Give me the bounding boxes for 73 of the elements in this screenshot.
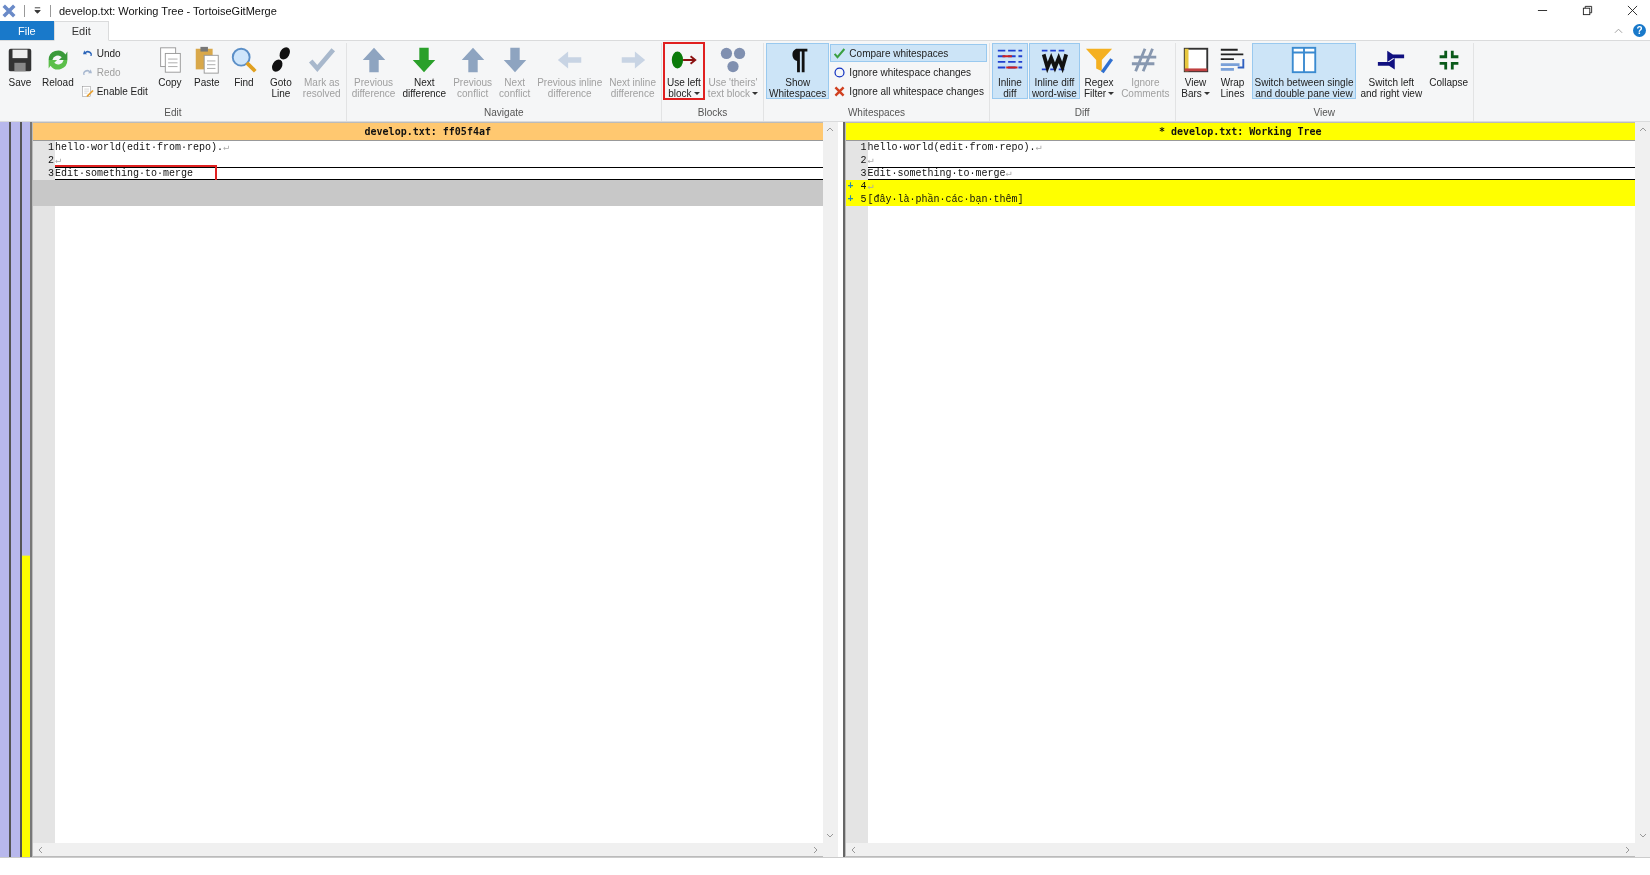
line-end-mark: ↵ <box>223 141 230 154</box>
ribbon-button[interactable]: Find <box>225 43 262 99</box>
line-number: 5 <box>860 193 868 206</box>
help-button[interactable]: ? <box>1633 24 1646 37</box>
circles-icon <box>718 45 748 75</box>
group-label: Edit <box>163 107 183 120</box>
ribbon-button[interactable]: Use left block <box>663 43 704 99</box>
ribbon-button[interactable]: Compare whitespaces <box>830 44 987 62</box>
ribbon-button[interactable]: Switch between single and double pane view <box>1251 43 1357 99</box>
ribbon-button[interactable]: Goto Line <box>262 43 299 99</box>
added-marker: + <box>847 180 854 193</box>
line-number: 1 <box>48 141 55 154</box>
ribbon-tab[interactable]: File <box>0 21 54 40</box>
line-end-mark: ↵ <box>1035 141 1042 154</box>
group-label: Navigate <box>483 107 525 120</box>
code-line: Edit·something·to·merge <box>55 167 216 180</box>
ribbon-button[interactable]: Inline diff word-wise <box>1028 43 1080 99</box>
code-line: hello·world(edit·from·repo). <box>867 141 1036 154</box>
line-end-mark: ↵ <box>867 180 874 193</box>
ribbon-button[interactable]: Regex Filter <box>1080 43 1118 99</box>
code-line: hello·world(edit·from·repo). <box>55 141 224 154</box>
ribbon-button[interactable]: Switch left and right view <box>1357 43 1426 99</box>
ribbon-button[interactable]: Inline diff <box>991 43 1028 99</box>
scroll-up-icon[interactable] <box>826 126 834 134</box>
ribbon-button[interactable]: Undo <box>77 44 151 62</box>
ribbon-button[interactable]: View Bars <box>1177 43 1214 99</box>
ribbon-tab[interactable]: Edit <box>53 21 109 41</box>
scroll-down-icon[interactable] <box>826 831 834 839</box>
group-label: Blocks <box>696 107 729 120</box>
group-label: Whitespaces <box>846 107 907 120</box>
collapse-ribbon-icon[interactable] <box>1614 27 1623 34</box>
ribbon-button[interactable]: Wrap Lines <box>1214 43 1251 99</box>
ribbon-button[interactable]: Paste <box>188 43 225 99</box>
ribbon-button[interactable]: Ignore all whitespace changes <box>830 82 987 100</box>
checkmark-icon <box>833 46 847 60</box>
code-line: Edit·something·to·merge <box>867 167 1006 180</box>
scroll-left-icon[interactable] <box>37 845 45 854</box>
ribbon-button[interactable]: Reload <box>39 43 77 99</box>
scroll-down-icon[interactable] <box>1638 831 1647 839</box>
line-end-mark: ↵ <box>867 154 874 167</box>
pane-title: develop.txt: ff05f4af <box>33 123 823 141</box>
cross-icon <box>833 84 847 98</box>
scroll-right-icon[interactable] <box>1623 845 1631 854</box>
ribbon-button[interactable]: Next difference <box>399 43 450 99</box>
line-end-mark: ↵ <box>55 154 62 167</box>
line-number: 1 <box>860 141 868 154</box>
circle-icon <box>833 65 847 79</box>
scroll-up-icon[interactable] <box>1638 126 1647 134</box>
line-number: 2 <box>48 154 55 167</box>
ribbon-button[interactable]: Copy <box>151 43 188 99</box>
edit-icon <box>80 84 94 98</box>
ribbon-button[interactable]: Ignore whitespace changes <box>830 63 987 81</box>
ribbon-button[interactable]: Enable Edit <box>77 82 151 100</box>
line-number: 2 <box>860 154 868 167</box>
restore-icon[interactable] <box>1582 5 1593 16</box>
customize-toolbar-icon[interactable] <box>33 6 42 15</box>
ribbon-button[interactable]: Show Whitespaces <box>766 43 830 99</box>
pane-title: * develop.txt: Working Tree <box>845 123 1635 141</box>
code-line: [đây·là·phần·các·bạn·thêm] <box>867 193 1024 206</box>
ribbon-button[interactable]: Save <box>2 43 38 99</box>
added-marker: + <box>847 193 854 206</box>
line-end-mark: ↵ <box>1005 167 1012 180</box>
close-icon[interactable] <box>1627 5 1638 16</box>
group-label: View <box>1312 107 1337 120</box>
ribbon-button[interactable]: Collapse <box>1426 43 1472 99</box>
line-number: 4 <box>860 180 868 193</box>
checkmark-icon <box>306 45 337 75</box>
line-number: 3 <box>48 167 55 180</box>
scroll-left-icon[interactable] <box>849 845 858 854</box>
group-label: Diff <box>1073 107 1091 120</box>
app-icon <box>2 3 16 18</box>
window-title: develop.txt: Working Tree - TortoiseGitMerge <box>59 4 277 17</box>
line-number: 3 <box>860 167 868 180</box>
